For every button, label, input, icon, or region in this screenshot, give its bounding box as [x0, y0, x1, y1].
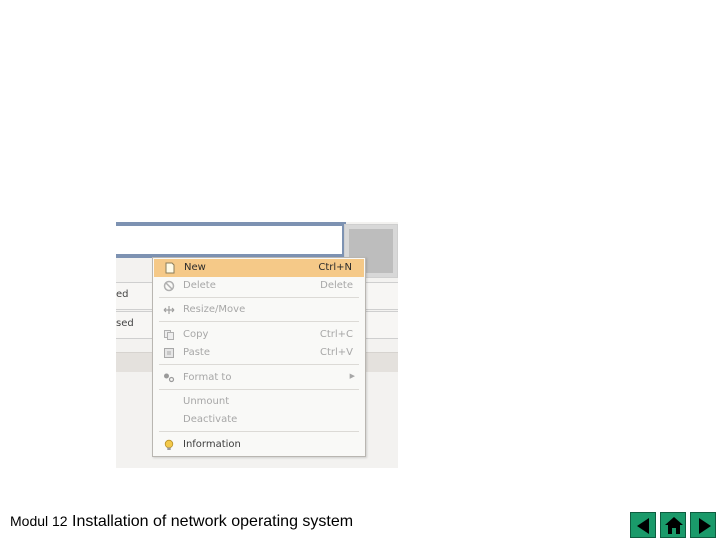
- menu-item-delete[interactable]: Delete Delete: [153, 277, 365, 295]
- menu-item-shortcut: Ctrl+V: [319, 347, 353, 358]
- menu-item-copy[interactable]: Copy Ctrl+C: [153, 326, 365, 344]
- module-title: Installation of network operating system: [72, 513, 354, 530]
- new-file-icon: [165, 262, 175, 274]
- menu-item-shortcut: Delete: [320, 280, 353, 291]
- menu-separator: [159, 364, 359, 365]
- module-label: Modul 12: [10, 513, 68, 529]
- home-icon: [665, 517, 683, 534]
- row-label: ed: [116, 289, 129, 300]
- menu-separator: [159, 297, 359, 298]
- delete-icon: [163, 280, 175, 292]
- resize-move-icon: [163, 306, 175, 314]
- context-menu: New Ctrl+N Delete Delete Resize/Move Cop…: [152, 257, 366, 457]
- submenu-arrow-icon: ▶: [349, 372, 355, 380]
- menu-item-new[interactable]: New Ctrl+N: [154, 259, 364, 277]
- menu-item-shortcut: Ctrl+C: [319, 329, 353, 340]
- lightbulb-icon: [164, 439, 174, 450]
- menu-separator: [159, 431, 359, 432]
- previous-button[interactable]: [630, 512, 656, 538]
- menu-item-unmount[interactable]: Unmount: [153, 393, 365, 411]
- menu-item-label: New: [184, 262, 206, 273]
- menu-item-label: Format to: [183, 372, 232, 383]
- menu-separator: [159, 389, 359, 390]
- previous-icon: [637, 518, 649, 534]
- partition-bar[interactable]: [116, 222, 346, 258]
- format-icon: [164, 373, 175, 383]
- slide-navigation: [630, 512, 716, 538]
- menu-item-information[interactable]: Information: [153, 436, 365, 454]
- menu-separator: [159, 321, 359, 322]
- copy-icon: [164, 330, 174, 340]
- menu-item-resize-move[interactable]: Resize/Move: [153, 301, 365, 319]
- menu-item-paste[interactable]: Paste Ctrl+V: [153, 344, 365, 362]
- menu-item-label: Copy: [183, 329, 209, 340]
- next-icon: [699, 518, 711, 534]
- next-button[interactable]: [690, 512, 716, 538]
- home-button[interactable]: [660, 512, 686, 538]
- footer-caption: Modul 12 Installation of network operati…: [10, 513, 353, 531]
- menu-item-shortcut: Ctrl+N: [318, 262, 352, 273]
- menu-item-label: Delete: [183, 280, 216, 291]
- row-label: sed: [116, 318, 134, 329]
- menu-item-label: Deactivate: [183, 414, 238, 425]
- menu-item-format-to[interactable]: Format to ▶: [153, 369, 365, 387]
- menu-item-label: Paste: [183, 347, 210, 358]
- menu-item-label: Resize/Move: [183, 304, 246, 315]
- paste-icon: [164, 348, 174, 358]
- menu-item-label: Information: [183, 439, 241, 450]
- menu-item-label: Unmount: [183, 396, 230, 407]
- menu-item-deactivate[interactable]: Deactivate: [153, 411, 365, 429]
